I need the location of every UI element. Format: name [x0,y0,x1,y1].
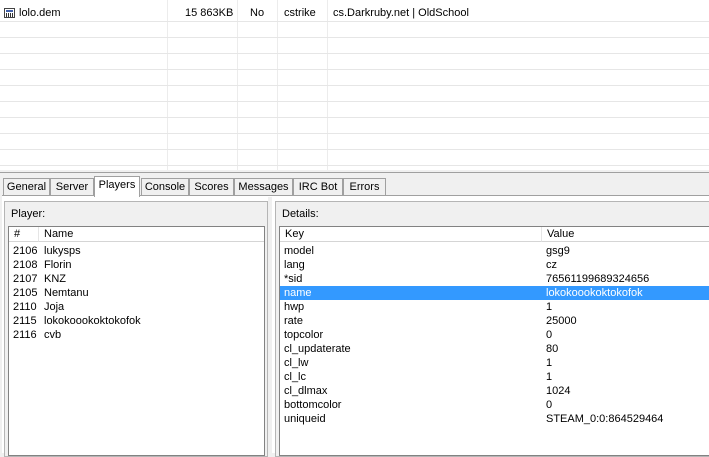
detail-value: lokokoookoktokofok [546,287,643,299]
tab-irc-bot[interactable]: IRC Bot [293,178,343,195]
detail-key: cl_lw [284,357,309,369]
row-gridline [0,70,709,86]
detail-row[interactable]: topcolor 0 [280,328,709,342]
player-name: Nemtanu [44,287,89,299]
player-panel-title: Player: [11,208,46,220]
detail-key: bottomcolor [284,399,342,411]
player-name: Joja [44,301,65,313]
detail-value: 25000 [546,315,577,327]
detail-value: 80 [546,343,559,355]
player-name: lukysps [44,245,81,257]
column-header-key[interactable]: Key [280,227,542,242]
detail-value: 1 [546,371,553,383]
player-row[interactable]: 2107 KNZ [9,272,264,286]
player-row[interactable]: 2115 lokokoookoktokofok [9,314,264,328]
detail-row[interactable]: lang cz [280,258,709,272]
tab-general[interactable]: General [3,178,50,195]
detail-key: cl_updaterate [284,343,351,355]
detail-row[interactable]: *sid 76561199689324656 [280,272,709,286]
player-panel: Player: # Name 2106 lukysps 2108 Florin … [4,201,268,457]
detail-row[interactable]: bottomcolor 0 [280,398,709,412]
row-gridline [0,22,709,38]
detail-row[interactable]: cl_lw 1 [280,356,709,370]
details-list[interactable]: Key Value model gsg9 lang cz *sid 765611… [279,226,709,456]
detail-row[interactable]: cl_updaterate 80 [280,342,709,356]
player-id: 2106 [13,245,38,257]
player-name: lokokoookoktokofok [44,315,141,327]
player-row[interactable]: 2105 Nemtanu [9,286,264,300]
column-header-name[interactable]: Name [39,227,264,242]
detail-key: cl_lc [284,371,307,383]
detail-value: cz [546,259,557,271]
detail-key: rate [284,315,303,327]
column-header-value[interactable]: Value [542,227,709,242]
player-row[interactable]: 2106 lukysps [9,244,264,258]
details-panel: Details: Key Value model gsg9 lang cz *s… [275,201,709,457]
detail-value: 0 [546,329,553,341]
tab-scores[interactable]: Scores [189,178,234,195]
detail-value: 1024 [546,385,571,397]
detail-key: lang [284,259,305,271]
row-gridline [0,86,709,102]
detail-key: name [284,287,312,299]
tab-server[interactable]: Server [50,178,94,195]
column-header-number[interactable]: # [9,227,39,242]
player-id: 2107 [13,273,38,285]
detail-row-selected[interactable]: name lokokoookoktokofok [280,286,709,300]
players-tab-content: Player: # Name 2106 lukysps 2108 Florin … [2,196,709,457]
tab-errors[interactable]: Errors [343,178,386,195]
panel-splitter[interactable] [268,197,272,453]
player-name: KNZ [44,273,66,285]
detail-key: cl_dlmax [284,385,328,397]
detail-row[interactable]: uniqueid STEAM_0:0:864529464 [280,412,709,426]
detail-key: hwp [284,301,305,313]
detail-value: 76561199689324656 [546,273,650,285]
tab-players[interactable]: Players [94,176,140,197]
detail-key: uniqueid [284,413,326,425]
detail-key: topcolor [284,329,324,341]
player-name: cvb [44,329,62,341]
row-gridline [0,38,709,54]
row-gridline [0,118,709,134]
player-name: Florin [44,259,72,271]
detail-value: STEAM_0:0:864529464 [546,413,664,425]
detail-value: 1 [546,301,553,313]
detail-row[interactable]: rate 25000 [280,314,709,328]
player-row[interactable]: 2110 Joja [9,300,264,314]
detail-row[interactable]: cl_dlmax 1024 [280,384,709,398]
detail-key: model [284,245,314,257]
row-gridline [0,134,709,150]
detail-value: 1 [546,357,553,369]
player-id: 2110 [13,301,37,313]
detail-value: 0 [546,399,553,411]
detail-row[interactable]: cl_lc 1 [280,370,709,384]
row-gridline [0,6,709,22]
tab-messages[interactable]: Messages [234,178,293,195]
player-list[interactable]: # Name 2106 lukysps 2108 Florin 2107 KNZ… [8,226,265,456]
tab-console[interactable]: Console [141,178,189,195]
player-id: 2105 [13,287,38,299]
detail-row[interactable]: model gsg9 [280,244,709,258]
detail-value: gsg9 [546,245,570,257]
demo-list[interactable]: lolo.dem 15 863KB No cstrike cs.Darkruby… [0,0,709,170]
detail-key: *sid [284,273,303,285]
row-gridline [0,54,709,70]
player-id: 2115 [13,315,37,327]
player-id: 2116 [13,329,37,341]
row-gridline [0,150,709,166]
player-row[interactable]: 2116 cvb [9,328,264,342]
detail-row[interactable]: hwp 1 [280,300,709,314]
row-gridline [0,102,709,118]
player-row[interactable]: 2108 Florin [9,258,264,272]
details-panel-title: Details: [282,208,319,220]
player-id: 2108 [13,259,38,271]
